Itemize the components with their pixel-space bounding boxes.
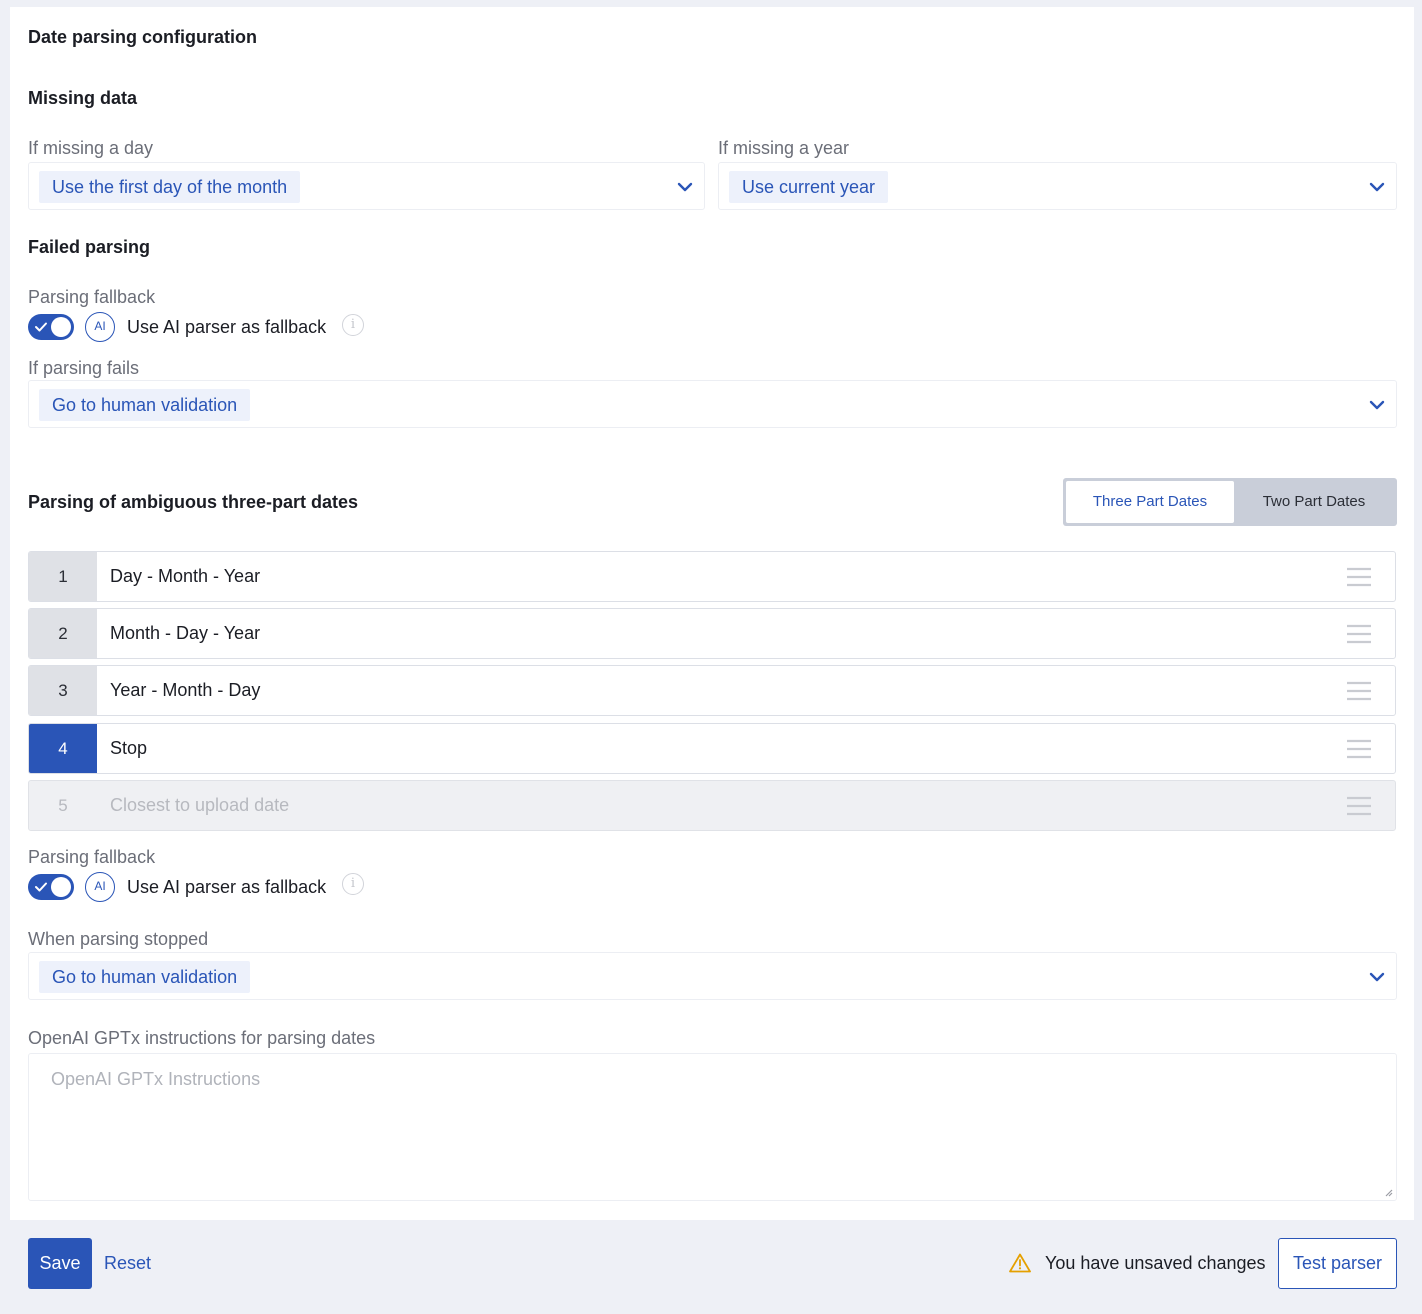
drag-handle-icon[interactable] (1346, 796, 1372, 816)
check-icon (35, 322, 47, 332)
ai-fallback-toggle[interactable] (28, 314, 74, 340)
when-parsing-stopped-value: Go to human validation (39, 961, 251, 993)
ai-icon: AI (85, 312, 115, 342)
chevron-down-icon (677, 182, 693, 192)
chevron-down-icon (1369, 400, 1385, 410)
parsing-fallback-label-2: Parsing fallback (28, 847, 156, 867)
date-order-row[interactable]: 3 Year - Month - Day (28, 665, 1396, 716)
date-order-label: Month - Day - Year (110, 623, 261, 643)
parsing-fallback-label: Parsing fallback (28, 287, 156, 307)
info-icon[interactable]: i (342, 873, 364, 895)
unsaved-changes-text: You have unsaved changes (1045, 1253, 1266, 1273)
date-type-toggle: Three Part Dates Two Part Dates (1063, 478, 1397, 526)
ai-fallback-label: Use AI parser as fallback (127, 317, 327, 337)
toggle-knob (51, 877, 71, 897)
toggle-knob (51, 317, 71, 337)
date-order-row-disabled[interactable]: 5 Closest to upload date (28, 780, 1396, 831)
missing-year-label: If missing a year (718, 138, 850, 158)
ai-icon: AI (85, 872, 115, 902)
missing-year-select[interactable]: Use current year (718, 162, 1397, 210)
failed-parsing-heading: Failed parsing (28, 237, 151, 257)
page-title: Date parsing configuration (28, 27, 258, 47)
missing-day-label: If missing a day (28, 138, 154, 158)
ai-fallback-toggle-2[interactable] (28, 874, 74, 900)
missing-day-select[interactable]: Use the first day of the month (28, 162, 705, 210)
missing-day-value: Use the first day of the month (39, 171, 301, 203)
save-button[interactable]: Save (28, 1238, 92, 1289)
missing-data-heading: Missing data (28, 88, 138, 108)
instructions-placeholder: OpenAI GPTx Instructions (51, 1069, 261, 1089)
drag-handle-icon[interactable] (1346, 739, 1372, 759)
date-order-number: 5 (29, 781, 97, 830)
check-icon (35, 882, 47, 892)
date-order-label: Year - Month - Day (110, 680, 261, 700)
chevron-down-icon (1369, 972, 1385, 982)
date-order-row-stop[interactable]: 4 Stop (28, 723, 1396, 774)
reset-button[interactable]: Reset (104, 1238, 151, 1289)
date-order-number: 3 (29, 666, 97, 715)
date-order-number: 4 (29, 724, 97, 773)
drag-handle-icon[interactable] (1346, 624, 1372, 644)
drag-handle-icon[interactable] (1346, 681, 1372, 701)
if-parsing-fails-label: If parsing fails (28, 358, 140, 378)
date-order-row[interactable]: 1 Day - Month - Year (28, 551, 1396, 602)
date-order-label: Stop (110, 738, 148, 758)
when-parsing-stopped-label: When parsing stopped (28, 929, 209, 949)
info-icon[interactable]: i (342, 314, 364, 336)
drag-handle-icon[interactable] (1346, 567, 1372, 587)
when-parsing-stopped-select[interactable]: Go to human validation (28, 952, 1397, 1000)
ai-fallback-label-2: Use AI parser as fallback (127, 877, 327, 897)
date-parsing-card: Date parsing configuration Missing data … (10, 7, 1414, 1220)
date-order-number: 2 (29, 609, 97, 658)
test-parser-button[interactable]: Test parser (1278, 1238, 1397, 1289)
date-order-label: Day - Month - Year (110, 566, 261, 586)
warning-icon (1009, 1253, 1031, 1273)
missing-year-value: Use current year (729, 171, 889, 203)
tab-three-part-dates[interactable]: Three Part Dates (1066, 481, 1234, 523)
date-order-number: 1 (29, 552, 97, 601)
instructions-label: OpenAI GPTx instructions for parsing dat… (28, 1028, 376, 1048)
instructions-textarea[interactable]: OpenAI GPTx Instructions (28, 1053, 1397, 1201)
tab-two-part-dates[interactable]: Two Part Dates (1234, 481, 1394, 523)
if-parsing-fails-select[interactable]: Go to human validation (28, 380, 1397, 428)
resize-grip-icon[interactable] (1383, 1187, 1393, 1197)
date-order-label: Closest to upload date (110, 795, 290, 815)
date-order-row[interactable]: 2 Month - Day - Year (28, 608, 1396, 659)
footer-bar: Save Reset You have unsaved changes Test… (10, 1220, 1414, 1308)
if-parsing-fails-value: Go to human validation (39, 389, 251, 421)
chevron-down-icon (1369, 182, 1385, 192)
ambiguous-dates-heading: Parsing of ambiguous three-part dates (28, 492, 359, 512)
